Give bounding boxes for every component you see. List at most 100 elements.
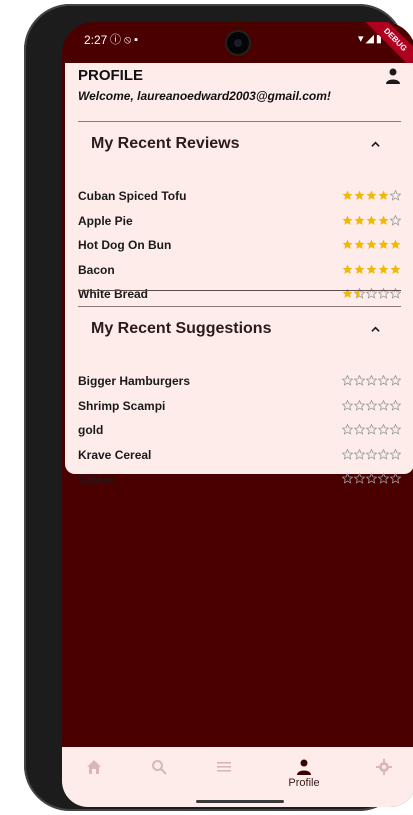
star-empty-icon: [390, 473, 401, 485]
phone-frame: 2:27 ⓘ⦸▪ ▾◢▮ DEBUG PROFILE Welcome, laur…: [24, 4, 413, 811]
star-filled-icon: [378, 239, 389, 250]
star-empty-icon: [354, 448, 365, 460]
item-name: Bacon: [78, 262, 115, 277]
star-filled-icon: [354, 190, 365, 200]
profile-card: PROFILE Welcome, laureanoedward2003@gmai…: [65, 63, 413, 486]
star-filled-icon: [342, 239, 353, 250]
welcome-message: Welcome, laureanoedward2003@gmail.com!: [78, 89, 331, 103]
star-empty-icon: [342, 448, 353, 460]
star-filled-icon: [390, 239, 401, 250]
star-filled-icon: [366, 239, 377, 250]
reviews-list-bottom-border: [78, 290, 401, 291]
star-empty-icon: [378, 424, 389, 435]
star-empty-icon: [390, 375, 401, 386]
item-name: Krave Cereal: [78, 447, 152, 462]
star-empty-icon: [366, 473, 377, 485]
star-empty-icon: [390, 448, 401, 460]
star-empty-icon: [366, 424, 377, 435]
notification-icons: ⓘ⦸▪: [110, 34, 142, 46]
item-name: Bigger Hamburgers: [78, 374, 191, 388]
divider: [78, 306, 401, 307]
item-name: Cuban Spiced Tofu: [78, 189, 187, 203]
review-row[interactable]: Bacon: [78, 261, 401, 281]
chevron-up-icon[interactable]: [371, 140, 380, 149]
star-empty-icon: [390, 214, 401, 226]
star-filled-icon: [378, 215, 389, 225]
suggestion-row[interactable]: Shrimp Scampi: [78, 397, 401, 417]
status-bar: 2:27 ⓘ⦸▪ ▾◢▮ DEBUG: [62, 22, 413, 78]
review-row[interactable]: Hot Dog On Bun: [78, 236, 401, 256]
page-title: PROFILE: [78, 67, 144, 84]
star-filled-icon: [342, 215, 353, 225]
chevron-up-icon[interactable]: [371, 325, 380, 334]
star-filled-icon: [342, 190, 353, 200]
star-rating[interactable]: [342, 448, 401, 460]
star-rating[interactable]: [342, 239, 401, 250]
star-filled-icon: [378, 264, 389, 274]
star-filled-icon: [366, 264, 377, 274]
star-empty-icon: [342, 375, 353, 386]
star-filled-icon: [366, 190, 377, 200]
star-filled-icon: [354, 239, 365, 250]
star-empty-icon: [366, 399, 377, 411]
star-rating[interactable]: [342, 264, 401, 275]
star-empty-icon: [354, 424, 365, 435]
search-icon: [152, 760, 167, 775]
nav-profile[interactable]: Profile: [284, 759, 324, 799]
screen: 2:27 ⓘ⦸▪ ▾◢▮ DEBUG PROFILE Welcome, laur…: [62, 22, 413, 807]
suggestion-row[interactable]: gold: [78, 421, 401, 441]
item-name: gold: [78, 423, 104, 438]
front-camera: [227, 32, 249, 54]
nav-list[interactable]: [204, 759, 244, 799]
suggestion-row[interactable]: Caviar: [78, 470, 401, 490]
star-empty-icon: [390, 424, 401, 435]
star-empty-icon: [378, 399, 389, 411]
person-icon: [297, 759, 311, 775]
star-rating[interactable]: [342, 473, 401, 485]
home-indicator[interactable]: [196, 800, 284, 803]
star-empty-icon: [354, 473, 365, 485]
star-empty-icon: [354, 375, 365, 386]
suggestion-row[interactable]: Bigger Hamburgers: [78, 372, 401, 392]
star-empty-icon: [354, 399, 365, 411]
review-row[interactable]: Cuban Spiced Tofu: [78, 187, 401, 207]
bottom-navigation: Profile: [62, 747, 413, 807]
star-empty-icon: [342, 473, 353, 485]
nav-settings[interactable]: [364, 759, 404, 799]
star-filled-icon: [366, 215, 377, 225]
nav-profile-label: Profile: [288, 777, 320, 789]
suggestions-section-title: My Recent Suggestions: [91, 320, 272, 337]
star-rating[interactable]: [342, 399, 401, 411]
item-name: Hot Dog On Bun: [78, 238, 172, 253]
suggestion-row[interactable]: Krave Cereal: [78, 446, 401, 466]
star-rating[interactable]: [342, 375, 401, 386]
item-name: Shrimp Scampi: [78, 398, 166, 413]
star-empty-icon: [378, 473, 389, 485]
nav-search[interactable]: [139, 759, 179, 799]
nav-home[interactable]: [74, 759, 114, 799]
star-empty-icon: [366, 375, 377, 386]
star-empty-icon: [390, 399, 401, 411]
review-row[interactable]: White Bread: [78, 285, 401, 305]
item-name: Apple Pie: [78, 213, 133, 228]
star-empty-icon: [378, 375, 389, 386]
star-empty-icon: [378, 448, 389, 460]
star-empty-icon: [390, 190, 401, 201]
person-icon[interactable]: [386, 68, 400, 84]
status-time: 2:27: [84, 33, 108, 47]
review-row[interactable]: Apple Pie: [78, 212, 401, 232]
star-rating[interactable]: [342, 424, 401, 435]
reviews-section-title: My Recent Reviews: [91, 135, 240, 152]
star-filled-icon: [342, 264, 353, 274]
star-filled-icon: [354, 215, 365, 225]
star-rating[interactable]: [342, 214, 401, 226]
star-empty-icon: [342, 424, 353, 435]
home-icon: [87, 760, 101, 774]
divider: [78, 121, 401, 122]
list-icon: [217, 762, 231, 772]
star-filled-icon: [378, 190, 389, 200]
star-filled-icon: [354, 264, 365, 274]
gear-icon: [376, 759, 392, 775]
star-rating[interactable]: [342, 190, 401, 201]
star-empty-icon: [342, 399, 353, 411]
